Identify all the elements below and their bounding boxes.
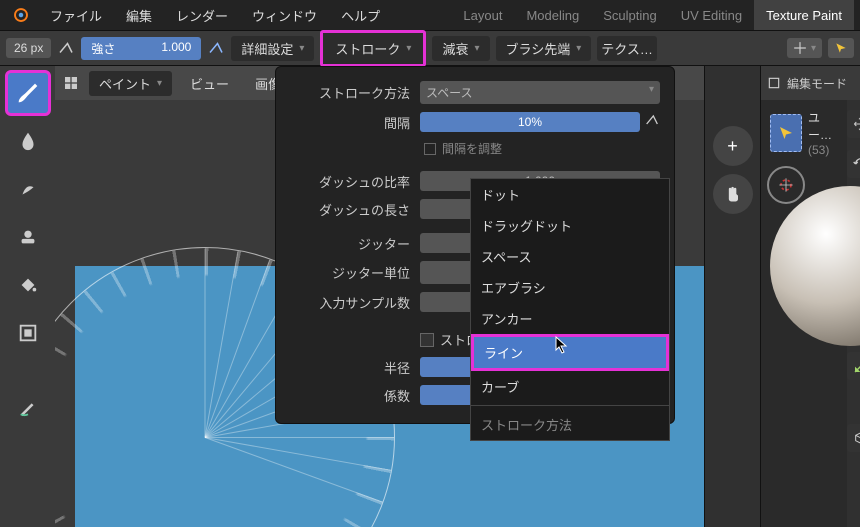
stroke-method-select[interactable]: スペース▾ xyxy=(420,81,660,104)
stroke-method-dropdown-open: ドット ドラッグドット スペース エアブラシ アンカー ライン カーブ ストロー… xyxy=(470,178,670,441)
rotate-gizmo-icon[interactable] xyxy=(847,150,860,178)
spacing-label: 間隔 xyxy=(290,113,420,132)
cursor-icon-toggle[interactable] xyxy=(828,38,854,58)
pan-hand-button[interactable] xyxy=(713,174,753,214)
samples-label: 入力サンプル数 xyxy=(290,293,420,312)
jitter-label: ジッター xyxy=(290,234,420,253)
tab-modeling[interactable]: Modeling xyxy=(514,0,591,30)
brushtip-dropdown[interactable]: ブラシ先端▾ xyxy=(496,36,592,61)
menu-window[interactable]: ウィンドウ xyxy=(242,2,327,29)
detail-settings-dropdown[interactable]: 詳細設定▾ xyxy=(231,36,314,61)
menu-help[interactable]: ヘルプ xyxy=(331,2,390,29)
opt-airbrush[interactable]: エアブラシ xyxy=(471,272,669,303)
radius-label: 半径 xyxy=(290,358,420,377)
mask-tool[interactable] xyxy=(7,312,49,354)
clone-tool[interactable] xyxy=(7,216,49,258)
zoom-in-button[interactable]: + xyxy=(713,126,753,166)
item-count: (53) xyxy=(808,143,838,157)
selected-uv-item[interactable]: ユー… (53) xyxy=(767,106,841,160)
strength-value: 1.000 xyxy=(161,40,191,57)
stroke-method-label: ストローク方法 xyxy=(290,83,420,102)
opt-dot[interactable]: ドット xyxy=(471,179,669,210)
viewport-gizmo-column: + xyxy=(704,66,760,527)
coef-label: 係数 xyxy=(290,386,420,405)
mouse-cursor-icon xyxy=(555,336,569,354)
move-gizmo-icon[interactable] xyxy=(847,110,860,138)
dropdown-footer-label: ストローク方法 xyxy=(471,409,669,440)
image-editor-area: ペイント▾ ビュー 画像 skirt_collar ストローク方法 xyxy=(55,66,704,527)
select-visible-icon[interactable] xyxy=(767,76,781,90)
dash-ratio-label: ダッシュの比率 xyxy=(290,172,420,191)
adjust-spacing-check[interactable] xyxy=(424,143,436,155)
pressure-strength-icon[interactable] xyxy=(207,39,225,57)
brushtip-label: ブラシ先端 xyxy=(506,39,571,58)
smear-tool[interactable] xyxy=(7,168,49,210)
falloff-dropdown[interactable]: 減衰▾ xyxy=(432,36,489,61)
cursor3d-gizmo-icon[interactable] xyxy=(767,166,805,204)
measure-gizmo-icon[interactable] xyxy=(847,352,860,380)
addcube-gizmo-icon[interactable] xyxy=(847,424,860,452)
workspace-tabs: Layout Modeling Sculpting UV Editing Tex… xyxy=(451,0,854,30)
tab-texturepaint[interactable]: Texture Paint xyxy=(754,0,854,30)
paint-mode-dropdown[interactable]: ペイント▾ xyxy=(89,71,172,96)
brush-size-field[interactable]: 26 px xyxy=(6,38,51,58)
tab-uvediting[interactable]: UV Editing xyxy=(669,0,754,30)
adjust-spacing-label: 間隔を調整 xyxy=(442,140,502,157)
item-name: ユー… xyxy=(808,109,838,143)
editor-type-dropdown[interactable] xyxy=(63,75,79,91)
falloff-label: 減衰 xyxy=(442,39,468,58)
fill-tool[interactable] xyxy=(7,264,49,306)
editmode-label[interactable]: 編集モード xyxy=(787,75,847,92)
strength-label: 強さ xyxy=(91,40,115,57)
menu-edit[interactable]: 編集 xyxy=(116,2,162,29)
annotate-tool[interactable] xyxy=(7,386,49,428)
pressure-spacing-icon[interactable] xyxy=(644,112,660,132)
jitter-unit-label: ジッター単位 xyxy=(290,263,420,282)
app-logo-icon[interactable] xyxy=(6,6,36,24)
texture-dropdown[interactable]: テクス… xyxy=(597,36,657,61)
opt-space[interactable]: スペース xyxy=(471,241,669,272)
pivot-dropdown[interactable]: ▾ xyxy=(787,38,822,58)
tab-sculpting[interactable]: Sculpting xyxy=(591,0,668,30)
viewport-panel: 編集モード ユー… (53) xyxy=(760,66,860,527)
opt-curve[interactable]: カーブ xyxy=(471,371,669,402)
spacing-slider[interactable]: 10% xyxy=(420,112,640,132)
stabilize-check[interactable] xyxy=(420,333,434,347)
opt-anchor[interactable]: アンカー xyxy=(471,303,669,334)
draw-brush-tool[interactable] xyxy=(7,72,49,114)
texture-label: テクス… xyxy=(601,39,653,58)
menu-render[interactable]: レンダー xyxy=(166,2,238,29)
opt-dragdot[interactable]: ドラッグドット xyxy=(471,210,669,241)
stroke-label: ストローク xyxy=(335,39,400,58)
paint-label: ペイント xyxy=(99,74,151,93)
pressure-size-icon[interactable] xyxy=(57,39,75,57)
dash-len-label: ダッシュの長さ xyxy=(290,200,420,219)
opt-line[interactable]: ライン xyxy=(471,334,669,371)
menu-file[interactable]: ファイル xyxy=(40,2,112,29)
view-menu[interactable]: ビュー xyxy=(182,70,237,97)
tool-column xyxy=(0,66,55,527)
detail-label: 詳細設定 xyxy=(241,39,293,58)
soften-tool[interactable] xyxy=(7,120,49,162)
brush-strength-field[interactable]: 強さ 1.000 xyxy=(81,37,201,60)
stroke-dropdown[interactable]: ストローク▾ xyxy=(320,30,426,67)
tab-layout[interactable]: Layout xyxy=(451,0,514,30)
